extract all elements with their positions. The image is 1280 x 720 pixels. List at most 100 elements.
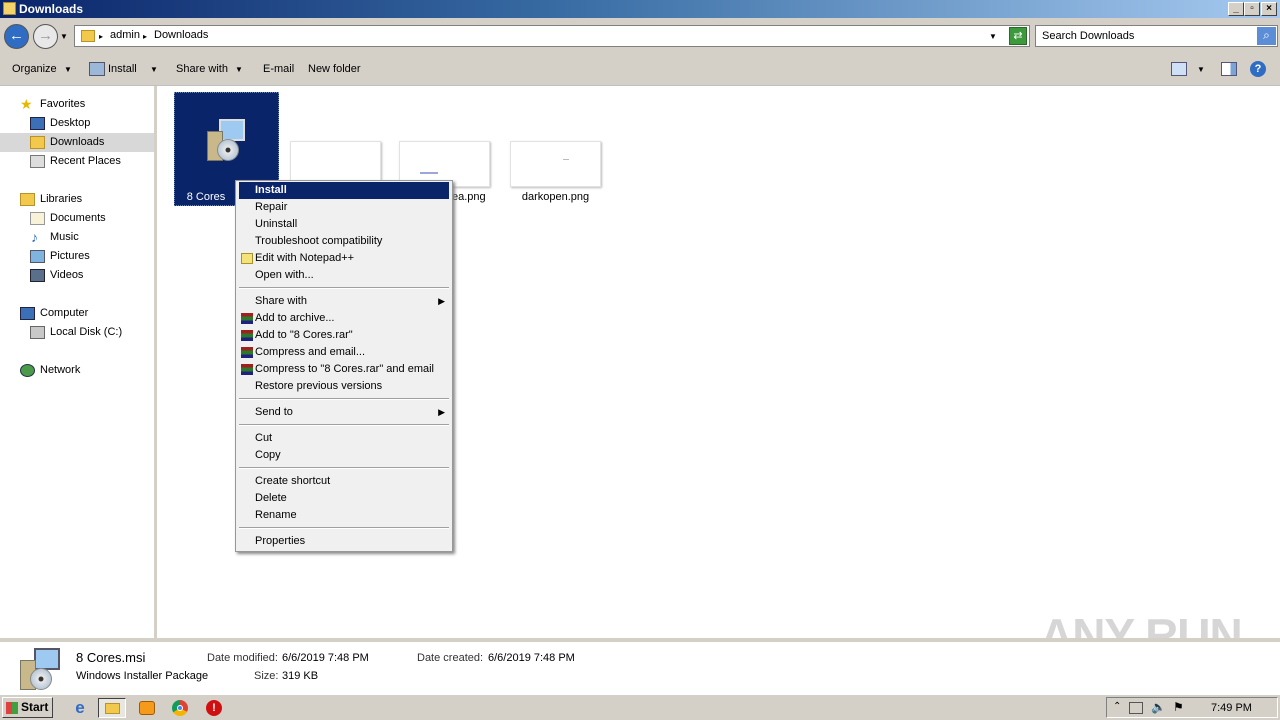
menu-install[interactable]: Install — [239, 182, 449, 199]
action-center-flag-icon[interactable]: ⚑ — [1173, 700, 1184, 714]
menu-delete[interactable]: Delete — [239, 490, 449, 507]
menu-label: Add to "8 Cores.rar" — [255, 329, 353, 341]
address-field[interactable]: ▸ admin ▸ Downloads ▼ ⇄ — [74, 25, 1030, 47]
clock[interactable]: 7:49 PM — [1211, 702, 1252, 714]
media-player-icon[interactable] — [135, 698, 159, 718]
file-name[interactable]: darkopen.png — [510, 191, 601, 203]
chevron-down-icon[interactable]: ▼ — [64, 65, 72, 74]
address-dropdown-icon[interactable]: ▼ — [989, 32, 997, 41]
menu-separator — [239, 424, 449, 426]
libraries-icon — [20, 193, 35, 206]
nav-libraries[interactable]: Libraries — [0, 190, 154, 209]
install-button[interactable]: Install — [108, 63, 137, 75]
address-bar-area: ← → ▼ ▸ admin ▸ Downloads ▼ ⇄ Search Dow… — [0, 18, 1280, 54]
file-name[interactable]: ea.png — [452, 191, 492, 203]
chevron-right-icon[interactable]: ▸ — [99, 32, 103, 41]
menu-share-with[interactable]: Share with ▶ — [239, 293, 449, 310]
menu-cut[interactable]: Cut — [239, 430, 449, 447]
chevron-down-icon[interactable]: ▼ — [150, 65, 158, 74]
menu-send-to[interactable]: Send to ▶ — [239, 404, 449, 421]
menu-compress-email[interactable]: Compress and email... — [239, 344, 449, 361]
share-with-button[interactable]: Share with — [176, 63, 228, 75]
menu-label: Send to — [255, 406, 293, 418]
nav-pictures[interactable]: Pictures — [0, 247, 154, 266]
nav-downloads[interactable]: Downloads — [0, 133, 154, 152]
folder-icon — [3, 2, 16, 15]
videos-icon — [30, 269, 45, 282]
file-name: 8 Cores — [186, 191, 226, 203]
star-icon: ★ — [20, 96, 33, 112]
menu-create-shortcut[interactable]: Create shortcut — [239, 473, 449, 490]
forward-button[interactable]: → — [33, 24, 58, 49]
title-bar: Downloads _ ▫ × — [0, 0, 1280, 18]
minimize-button[interactable]: _ — [1228, 2, 1244, 16]
back-button[interactable]: ← — [4, 24, 29, 49]
menu-open-with[interactable]: Open with... — [239, 267, 449, 284]
menu-label: Edit with Notepad++ — [255, 252, 355, 264]
breadcrumb-admin[interactable]: admin — [110, 29, 140, 41]
details-filetype: Windows Installer Package — [76, 670, 209, 682]
chevron-right-icon[interactable]: ▸ — [143, 32, 147, 41]
nav-label: Pictures — [50, 250, 90, 262]
menu-rename[interactable]: Rename — [239, 507, 449, 524]
nav-label: Music — [50, 231, 79, 243]
preview-pane-icon[interactable] — [1221, 62, 1237, 76]
nav-favorites[interactable]: ★ Favorites — [0, 95, 154, 114]
refresh-icon[interactable]: ⇄ — [1009, 27, 1027, 45]
maximize-button[interactable]: ▫ — [1244, 2, 1260, 16]
menu-troubleshoot[interactable]: Troubleshoot compatibility — [239, 233, 449, 250]
thumbnail-darkopen-png[interactable] — [510, 141, 601, 187]
windows-logo-icon — [6, 702, 18, 714]
email-button[interactable]: E-mail — [263, 63, 294, 75]
nav-videos[interactable]: Videos — [0, 266, 154, 285]
history-dropdown-icon[interactable]: ▼ — [60, 32, 68, 41]
menu-repair[interactable]: Repair — [239, 199, 449, 216]
chrome-icon[interactable] — [168, 698, 192, 718]
search-input[interactable]: Search Downloads — [1042, 30, 1134, 42]
internet-explorer-icon[interactable]: e — [68, 698, 92, 718]
nav-music[interactable]: ♪ Music — [0, 228, 154, 247]
pictures-icon — [30, 250, 45, 263]
nav-network[interactable]: Network — [0, 361, 154, 380]
details-pane: 8 Cores.msi Windows Installer Package Da… — [0, 638, 1280, 692]
nav-desktop[interactable]: Desktop — [0, 114, 154, 133]
show-hidden-icons-icon[interactable]: ⌃ — [1113, 701, 1121, 712]
nav-label: Favorites — [40, 98, 86, 110]
explorer-taskbar-button[interactable] — [98, 698, 126, 718]
stop-icon[interactable]: ! — [202, 698, 226, 718]
installer-package-icon — [205, 117, 249, 163]
menu-properties[interactable]: Properties — [239, 533, 449, 550]
details-size-label: Size: — [254, 670, 279, 682]
details-created-value: 6/6/2019 7:48 PM — [488, 652, 575, 664]
help-icon[interactable]: ? — [1250, 61, 1266, 77]
menu-edit-notepad[interactable]: Edit with Notepad++ — [239, 250, 449, 267]
breadcrumb-downloads[interactable]: Downloads — [154, 29, 208, 41]
menu-separator — [239, 287, 449, 289]
chevron-down-icon[interactable]: ▼ — [235, 65, 243, 74]
menu-copy[interactable]: Copy — [239, 447, 449, 464]
network-tray-icon[interactable] — [1129, 702, 1143, 714]
search-box[interactable]: Search Downloads ⌕ — [1035, 25, 1278, 47]
menu-uninstall[interactable]: Uninstall — [239, 216, 449, 233]
nav-local-disk[interactable]: Local Disk (C:) — [0, 323, 154, 342]
context-menu: Install Repair Uninstall Troubleshoot co… — [235, 180, 453, 552]
chevron-down-icon[interactable]: ▼ — [1197, 65, 1205, 74]
network-icon — [20, 364, 35, 377]
menu-compress-rar-email[interactable]: Compress to "8 Cores.rar" and email — [239, 361, 449, 378]
menu-add-to-rar[interactable]: Add to "8 Cores.rar" — [239, 327, 449, 344]
menu-restore-versions[interactable]: Restore previous versions — [239, 378, 449, 395]
details-modified-label: Date modified: — [207, 652, 278, 664]
new-folder-button[interactable]: New folder — [308, 63, 361, 75]
nav-documents[interactable]: Documents — [0, 209, 154, 228]
start-button[interactable]: Start — [2, 697, 53, 718]
menu-label: Add to archive... — [255, 312, 335, 324]
nav-computer[interactable]: Computer — [0, 304, 154, 323]
nav-label: Downloads — [50, 136, 105, 148]
organize-button[interactable]: Organize — [12, 63, 57, 75]
nav-recent-places[interactable]: Recent Places — [0, 152, 154, 171]
close-button[interactable]: × — [1261, 2, 1277, 16]
search-icon[interactable]: ⌕ — [1257, 27, 1276, 45]
menu-add-to-archive[interactable]: Add to archive... — [239, 310, 449, 327]
view-options-icon[interactable] — [1171, 62, 1187, 76]
volume-icon[interactable]: 🔈 — [1151, 700, 1166, 714]
